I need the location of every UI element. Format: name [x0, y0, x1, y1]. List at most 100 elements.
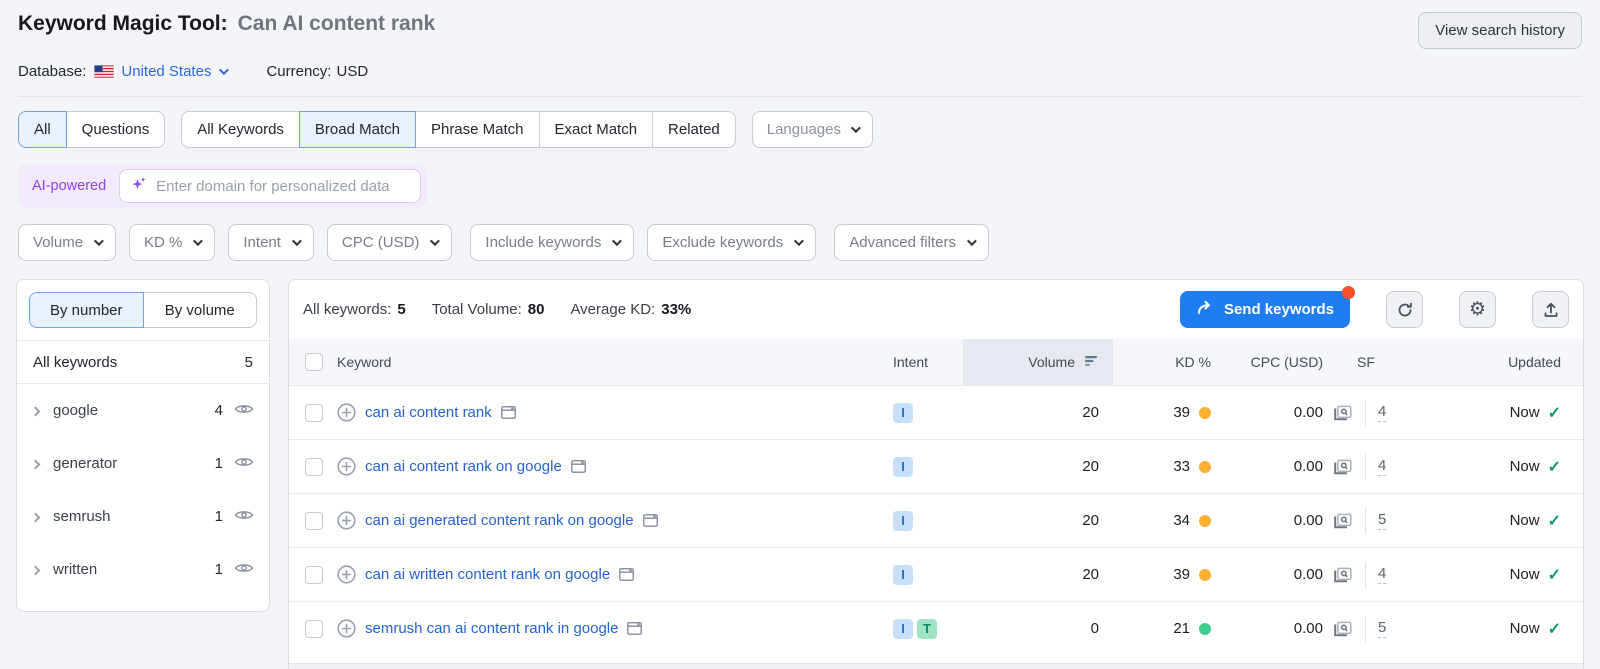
- sf-count[interactable]: 4: [1378, 457, 1386, 476]
- intent-badge-i: I: [893, 511, 913, 531]
- chevron-down-icon: [794, 236, 804, 246]
- updated-cell: Now✓: [1433, 440, 1583, 493]
- row-checkbox[interactable]: [305, 458, 323, 476]
- serp-preview-icon[interactable]: [1333, 512, 1353, 530]
- sidebar-sort-tabs: By number By volume: [17, 280, 269, 340]
- add-to-list-icon[interactable]: [337, 619, 356, 638]
- chevron-down-icon: [851, 123, 861, 133]
- keyword-link[interactable]: can ai generated content rank on google: [365, 512, 634, 529]
- column-updated[interactable]: Updated: [1433, 339, 1583, 385]
- send-keywords-button[interactable]: Send keywords: [1180, 291, 1350, 328]
- chevron-right-icon[interactable]: [32, 402, 39, 419]
- sf-count[interactable]: 4: [1378, 403, 1386, 422]
- page-title: Keyword Magic Tool:: [18, 12, 228, 36]
- domain-input[interactable]: [156, 178, 409, 195]
- tab-questions[interactable]: Questions: [66, 111, 166, 148]
- keyword-link[interactable]: can ai content rank: [365, 404, 492, 421]
- eye-icon[interactable]: [234, 561, 254, 579]
- keyword-link[interactable]: can ai written content rank on google: [365, 566, 610, 583]
- chevron-down-icon: [219, 65, 229, 75]
- sf-count[interactable]: 5: [1378, 511, 1386, 530]
- group-name: written: [53, 561, 215, 578]
- group-name: google: [53, 402, 215, 419]
- serp-preview-icon[interactable]: [1333, 620, 1353, 638]
- row-checkbox[interactable]: [305, 512, 323, 530]
- kd-difficulty-dot: [1199, 407, 1211, 419]
- row-checkbox[interactable]: [305, 404, 323, 422]
- serp-page-icon[interactable]: [571, 460, 586, 473]
- add-to-list-icon[interactable]: [337, 457, 356, 476]
- serp-preview-icon[interactable]: [1333, 404, 1353, 422]
- serp-page-icon[interactable]: [619, 568, 634, 581]
- sf-count[interactable]: 4: [1378, 565, 1386, 584]
- filter-intent[interactable]: Intent: [228, 224, 314, 261]
- filter-exclude-keywords[interactable]: Exclude keywords: [647, 224, 816, 261]
- view-search-history-button[interactable]: View search history: [1418, 12, 1582, 49]
- add-to-list-icon[interactable]: [337, 511, 356, 530]
- languages-dropdown[interactable]: Languages: [752, 111, 873, 148]
- filter-cpc[interactable]: CPC (USD): [327, 224, 453, 261]
- tab-related[interactable]: Related: [652, 111, 736, 148]
- chevron-down-icon: [292, 236, 302, 246]
- serp-page-icon[interactable]: [643, 514, 658, 527]
- serp-preview-icon[interactable]: [1333, 458, 1353, 476]
- kd-cell: 39: [1113, 386, 1223, 439]
- column-kd[interactable]: KD %: [1113, 339, 1223, 385]
- column-sf[interactable]: SF: [1323, 339, 1433, 385]
- currency-label: Currency:: [266, 63, 331, 80]
- sidebar-all-keywords-row[interactable]: All keywords 5: [17, 340, 269, 384]
- serp-page-icon[interactable]: [501, 406, 516, 419]
- add-to-list-icon[interactable]: [337, 403, 356, 422]
- tab-by-volume[interactable]: By volume: [143, 292, 258, 328]
- filter-advanced[interactable]: Advanced filters: [834, 224, 989, 261]
- column-cpc[interactable]: CPC (USD): [1223, 339, 1323, 385]
- volume-cell: 20: [963, 440, 1113, 493]
- stat-total-volume: Total Volume:80: [432, 301, 545, 318]
- eye-icon[interactable]: [234, 402, 254, 420]
- filter-volume[interactable]: Volume: [18, 224, 116, 261]
- add-to-list-icon[interactable]: [337, 565, 356, 584]
- sidebar-group-google[interactable]: google 4: [17, 384, 269, 437]
- tab-phrase-match[interactable]: Phrase Match: [415, 111, 540, 148]
- chevron-right-icon[interactable]: [32, 455, 39, 472]
- sort-descending-icon: [1083, 354, 1099, 370]
- keyword-link[interactable]: semrush can ai content rank in google: [365, 620, 618, 637]
- eye-icon[interactable]: [234, 455, 254, 473]
- chevron-right-icon[interactable]: [32, 561, 39, 578]
- kd-difficulty-dot: [1199, 623, 1211, 635]
- export-button[interactable]: [1532, 291, 1569, 328]
- serp-preview-icon[interactable]: [1333, 566, 1353, 584]
- filter-include-keywords[interactable]: Include keywords: [470, 224, 634, 261]
- row-checkbox[interactable]: [305, 620, 323, 638]
- sidebar-group-semrush[interactable]: semrush 1: [17, 490, 269, 543]
- tab-broad-match[interactable]: Broad Match: [299, 111, 416, 148]
- tab-all[interactable]: All: [18, 111, 67, 148]
- column-volume[interactable]: Volume: [963, 339, 1113, 385]
- serp-page-icon[interactable]: [627, 622, 642, 635]
- eye-icon[interactable]: [234, 508, 254, 526]
- column-keyword[interactable]: Keyword: [337, 339, 893, 385]
- database-selector[interactable]: United States: [121, 63, 226, 80]
- sf-count[interactable]: 5: [1378, 619, 1386, 638]
- keyword-link[interactable]: can ai content rank on google: [365, 458, 562, 475]
- group-count: 4: [215, 402, 223, 419]
- divider: [1365, 508, 1366, 534]
- settings-button[interactable]: ⚙: [1459, 291, 1496, 328]
- sidebar-group-written[interactable]: written 1: [17, 543, 269, 596]
- all-keywords-label: All keywords: [33, 354, 117, 371]
- column-intent[interactable]: Intent: [893, 339, 963, 385]
- chevron-down-icon: [612, 236, 622, 246]
- refresh-button[interactable]: [1386, 291, 1423, 328]
- database-label: Database:: [18, 63, 86, 80]
- tab-exact-match[interactable]: Exact Match: [539, 111, 654, 148]
- row-checkbox[interactable]: [305, 566, 323, 584]
- chevron-down-icon: [193, 236, 203, 246]
- filter-kd[interactable]: KD %: [129, 224, 215, 261]
- select-all-checkbox[interactable]: [305, 353, 323, 371]
- chevron-right-icon[interactable]: [32, 508, 39, 525]
- tab-by-number[interactable]: By number: [29, 292, 144, 328]
- sidebar-group-generator[interactable]: generator 1: [17, 437, 269, 490]
- updated-cell: Now✓: [1433, 494, 1583, 547]
- tab-all-keywords[interactable]: All Keywords: [181, 111, 300, 148]
- check-icon: ✓: [1548, 619, 1561, 639]
